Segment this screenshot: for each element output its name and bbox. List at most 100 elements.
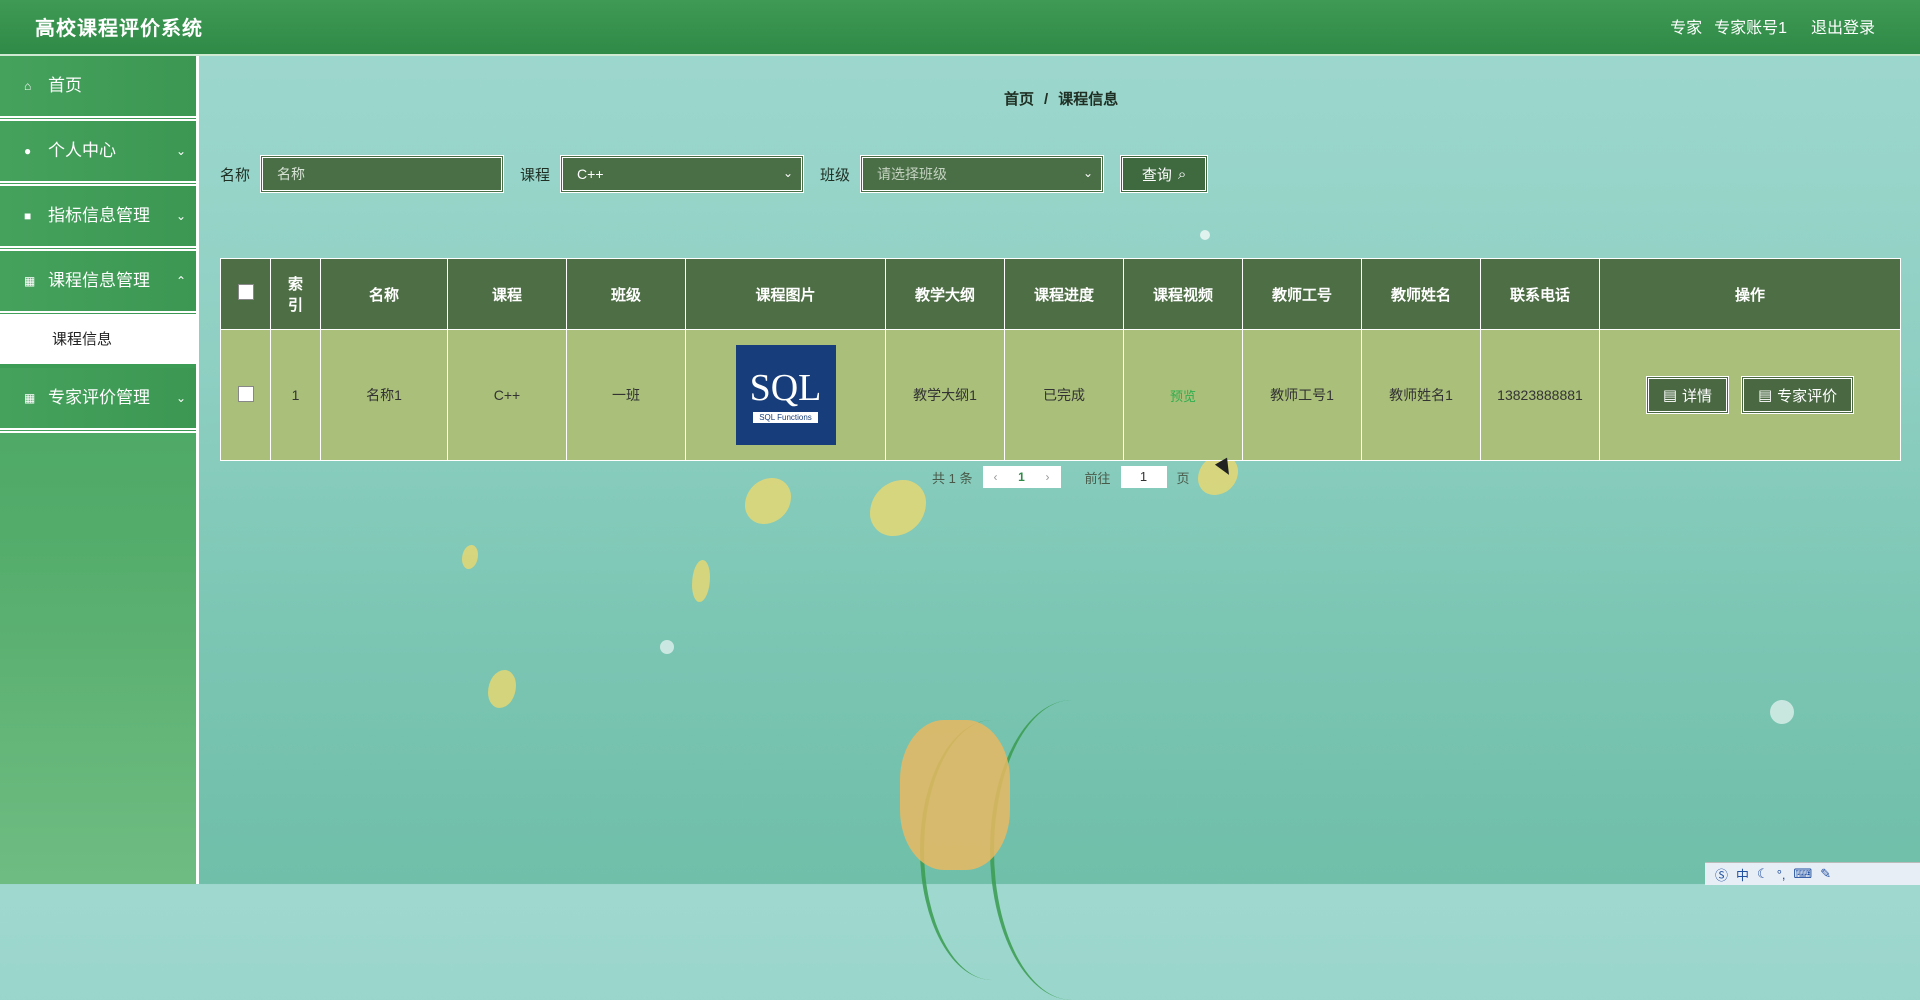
expert-review-button-label: 专家评价	[1777, 387, 1838, 405]
column-header: 教师姓名	[1361, 258, 1481, 330]
cell-name: 名称1	[320, 329, 448, 461]
sidebar-item-home[interactable]: ⌂ 首页	[0, 56, 196, 121]
column-header: 教学大纲	[885, 258, 1005, 330]
logout-link[interactable]: 退出登录	[1811, 14, 1875, 38]
cell-video: 预览	[1123, 329, 1243, 461]
document-icon: ▤	[1662, 387, 1678, 404]
top-header: 高校课程评价系统 专家 专家账号1 退出登录	[0, 0, 1920, 56]
column-header: 联系电话	[1480, 258, 1600, 330]
cell-progress: 已完成	[1004, 329, 1124, 461]
bg-sparkle	[1200, 230, 1210, 240]
column-header: 操作	[1599, 258, 1901, 330]
ime-mode[interactable]: 中	[1736, 865, 1749, 884]
submenu-item-course-info[interactable]: 课程信息	[0, 316, 196, 368]
query-button-label: 查询	[1141, 166, 1172, 184]
bg-flower	[745, 478, 791, 524]
course-table: 索引 名称 课程 班级 课程图片 教学大纲 课程进度 课程视频 教师工号 教师姓…	[220, 258, 1901, 461]
ime-logo-icon[interactable]: Ⓢ	[1715, 865, 1728, 884]
column-header: 课程图片	[685, 258, 886, 330]
user-area: 专家 专家账号1 退出登录	[1670, 14, 1875, 38]
breadcrumb-separator: /	[1044, 91, 1049, 108]
cell-course: C++	[447, 329, 567, 461]
cell-actions: ▤ 详情 ▤ 专家评价	[1599, 329, 1901, 461]
breadcrumb: 首页 / 课程信息	[1004, 88, 1118, 109]
sidebar-item-course-management[interactable]: ▦ 课程信息管理 ⌃	[0, 251, 196, 316]
next-page-icon[interactable]: ›	[1035, 470, 1061, 484]
chevron-down-icon: ⌄	[782, 166, 794, 180]
course-image[interactable]: SQL SQL Functions	[735, 345, 836, 445]
sidebar-item-label: 专家评价管理	[48, 388, 150, 407]
chevron-down-icon: ⌄	[175, 144, 186, 158]
document-icon: ▤	[1757, 387, 1773, 404]
course-image-title: SQL	[749, 366, 822, 409]
bg-petal	[488, 670, 516, 708]
moon-icon[interactable]: ☾	[1757, 866, 1769, 882]
goto-label: 前往	[1084, 470, 1111, 486]
keyboard-icon[interactable]: ⌨	[1794, 866, 1813, 882]
select-all-checkbox[interactable]	[237, 284, 254, 300]
cell-teacher-name: 教师姓名1	[1361, 329, 1481, 461]
cell-class: 一班	[566, 329, 686, 461]
grid-icon: ▦	[24, 274, 36, 288]
search-icon: ⌕	[1177, 165, 1187, 183]
bg-flower	[1198, 455, 1238, 495]
name-search-input[interactable]: 名称	[260, 155, 505, 193]
course-image-subtitle: SQL Functions	[753, 411, 818, 423]
goto-page-input[interactable]: 1	[1120, 466, 1167, 488]
user-icon: ●	[24, 144, 32, 158]
prev-page-icon[interactable]: ‹	[983, 470, 1009, 484]
bg-flower	[870, 480, 926, 536]
user-account[interactable]: 专家账号1	[1714, 14, 1787, 38]
punctuation-icon[interactable]: °,	[1777, 867, 1786, 882]
table-header-row: 索引 名称 课程 班级 课程图片 教学大纲 课程进度 课程视频 教师工号 教师姓…	[220, 258, 1901, 330]
cell-syllabus: 教学大纲1	[885, 329, 1005, 461]
grid-icon: ▦	[24, 391, 36, 405]
column-header: 课程进度	[1004, 258, 1124, 330]
app-title: 高校课程评价系统	[35, 18, 203, 40]
pagination: 共 1 条 ‹ 1 › 前往 1 页	[932, 466, 1190, 488]
chevron-down-icon: ⌄	[175, 391, 186, 405]
column-header: 课程	[447, 258, 567, 330]
row-select-cell	[220, 329, 271, 461]
column-header: 教师工号	[1242, 258, 1362, 330]
bg-petal	[692, 560, 710, 602]
tools-icon[interactable]: ✎	[1820, 866, 1831, 882]
sidebar-item-expert-review-management[interactable]: ▦ 专家评价管理 ⌄	[0, 368, 196, 433]
breadcrumb-current: 课程信息	[1058, 91, 1119, 108]
detail-button-label: 详情	[1682, 387, 1713, 405]
cell-index: 1	[270, 329, 321, 461]
total-prefix: 共	[932, 470, 946, 486]
class-label: 班级	[820, 166, 851, 184]
query-button[interactable]: 查询 ⌕	[1120, 155, 1209, 193]
class-select[interactable]: 请选择班级 ⌄	[860, 155, 1105, 193]
user-role: 专家	[1670, 20, 1703, 37]
cell-phone: 13823888881	[1480, 329, 1600, 461]
row-checkbox[interactable]	[237, 385, 254, 402]
course-select[interactable]: C++ ⌄	[560, 155, 805, 193]
sidebar-item-label: 课程信息管理	[48, 271, 150, 290]
total-number: 1	[948, 470, 956, 486]
page-number[interactable]: 1	[1009, 470, 1035, 484]
name-label: 名称	[220, 166, 251, 184]
sidebar: ⌂ 首页 ● 个人中心 ⌄ ■ 指标信息管理 ⌄ ▦ 课程信息管理 ⌃ 课程信息…	[0, 56, 199, 884]
course-label: 课程	[520, 166, 551, 184]
expert-review-button[interactable]: ▤ 专家评价	[1740, 376, 1855, 414]
sidebar-item-label: 指标信息管理	[48, 206, 150, 225]
detail-button[interactable]: ▤ 详情	[1645, 376, 1730, 414]
column-header: 名称	[320, 258, 448, 330]
bg-sparkle	[1770, 700, 1794, 724]
sidebar-item-indicator-management[interactable]: ■ 指标信息管理 ⌄	[0, 186, 196, 251]
course-select-value: C++	[577, 166, 604, 182]
comment-icon: ■	[24, 209, 32, 223]
sidebar-item-personal-center[interactable]: ● 个人中心 ⌄	[0, 121, 196, 186]
total-count: 共 1 条	[932, 468, 973, 487]
name-placeholder: 名称	[277, 166, 306, 182]
breadcrumb-home[interactable]: 首页	[1004, 91, 1034, 108]
chevron-down-icon: ⌄	[1082, 166, 1094, 180]
column-header: 班级	[566, 258, 686, 330]
chevron-up-icon: ⌃	[175, 274, 186, 288]
cell-course-image: SQL SQL Functions	[685, 329, 886, 461]
bg-petal	[462, 545, 478, 569]
class-select-placeholder: 请选择班级	[877, 166, 948, 182]
video-preview-link[interactable]: 预览	[1170, 389, 1196, 404]
